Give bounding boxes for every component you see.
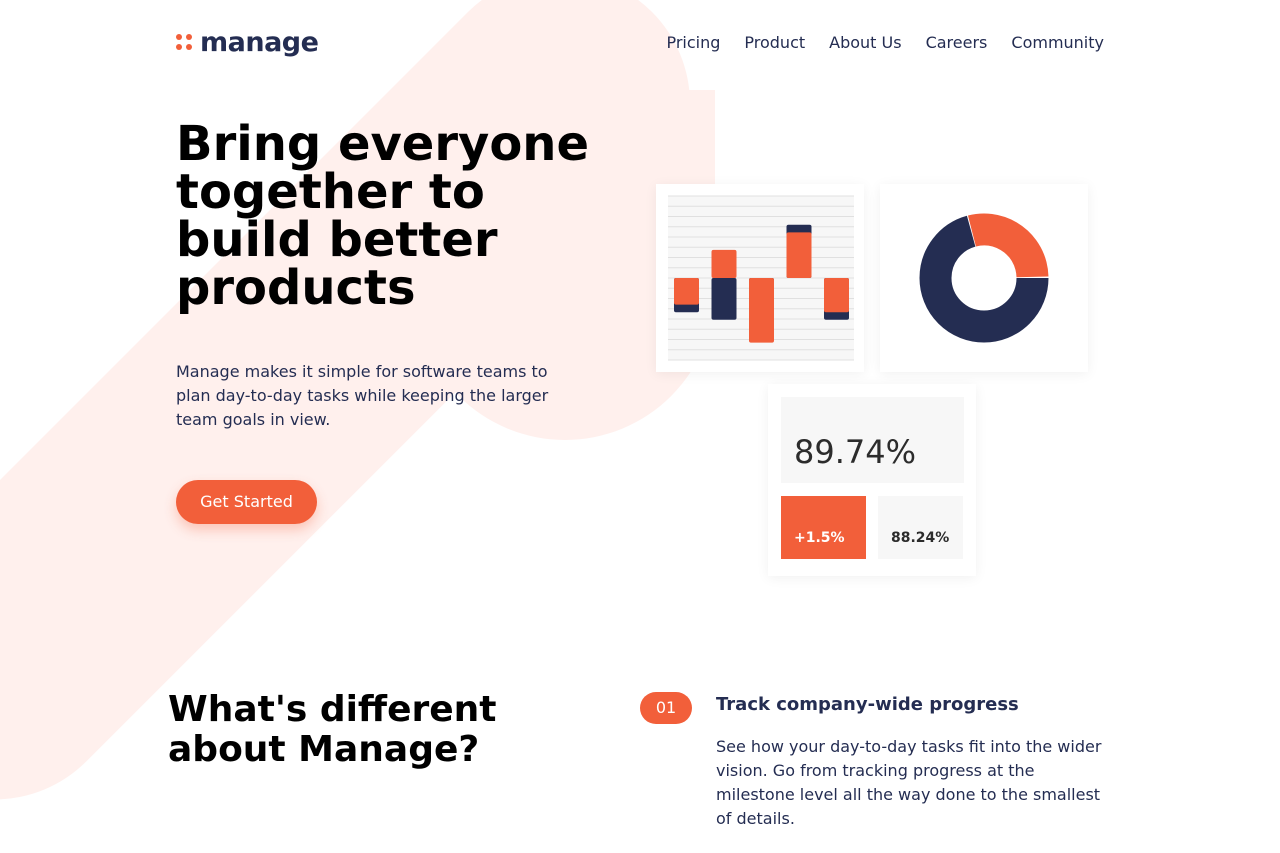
donut-chart-card [880, 184, 1088, 372]
get-started-button[interactable]: Get Started [176, 480, 317, 524]
nav-link-product[interactable]: Product [744, 33, 805, 52]
bar-navy [711, 278, 737, 320]
nav-link-about-us[interactable]: About Us [829, 33, 901, 52]
logo[interactable]: manage [176, 26, 319, 58]
stat-secondary-value: 88.24% [891, 530, 950, 546]
stat-change-box: +1.5% [781, 496, 866, 559]
stat-secondary-box: 88.24% [878, 496, 963, 559]
four-dots-icon [176, 34, 192, 50]
donut-chart [919, 213, 1049, 343]
bar-chart-card [656, 184, 864, 372]
nav-link-pricing[interactable]: Pricing [666, 33, 720, 52]
feature-description: See how your day-to-day tasks fit into t… [716, 737, 1102, 828]
main-nav: Pricing Product About Us Careers Communi… [666, 33, 1104, 52]
stats-card: 89.74% +1.5% 88.24% [768, 384, 976, 576]
nav-link-community[interactable]: Community [1011, 33, 1104, 52]
logo-text: manage [200, 26, 319, 58]
stat-main-value: 89.74% [794, 433, 917, 471]
nav-link-careers[interactable]: Careers [926, 33, 988, 52]
bar-orange [674, 278, 699, 305]
site-header: manage Pricing Product About Us Careers … [176, 22, 1104, 62]
feature-number-badge: 01 [640, 692, 692, 724]
hero-description: Manage makes it simple for software team… [176, 362, 549, 429]
bar-orange [749, 278, 774, 343]
bar-orange [786, 232, 812, 278]
stat-main-box: 89.74% [781, 397, 964, 483]
bar-orange [824, 278, 849, 313]
bar-chart [668, 195, 854, 361]
stat-change-value: +1.5% [794, 530, 845, 546]
hero-title: Bring everyone together to build better … [176, 116, 590, 316]
feature-title: Track company-wide progress [716, 694, 1019, 715]
section-title: What's different about Manage? [168, 689, 497, 770]
bar-orange [711, 249, 737, 278]
